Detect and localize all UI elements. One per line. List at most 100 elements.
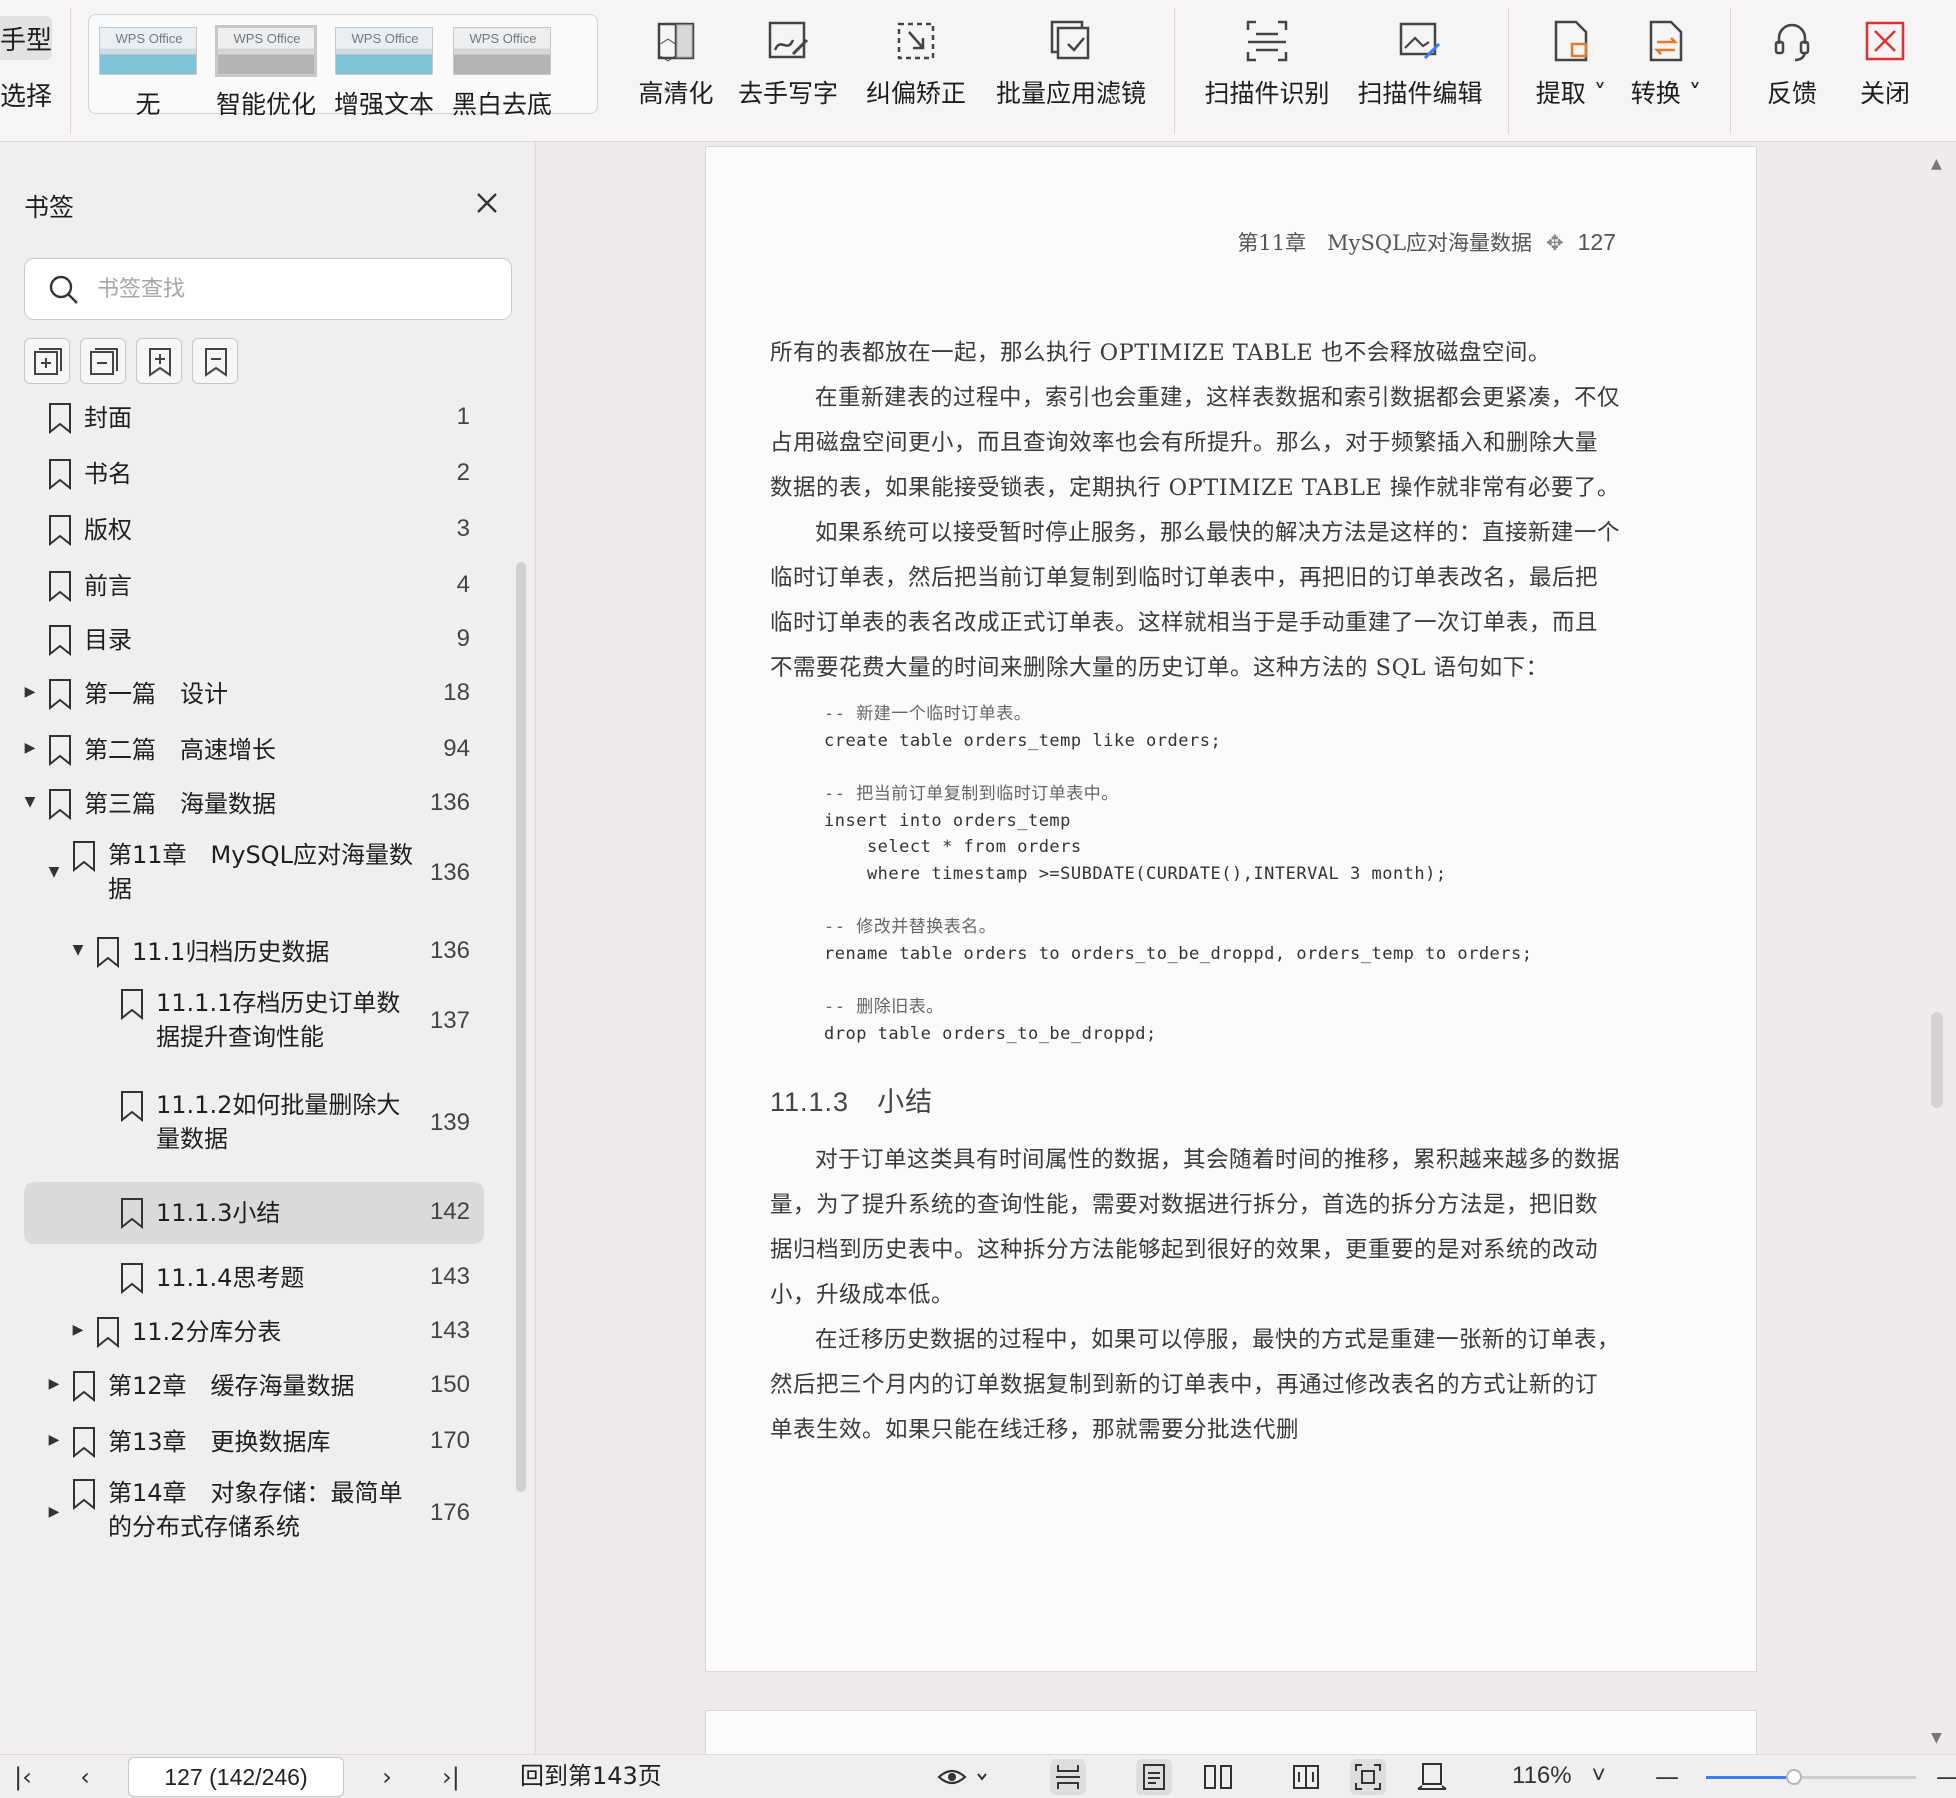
bookmark-item[interactable]: 目录 9 (24, 612, 484, 668)
bookmark-label: 第13章 更换数据库 (108, 1428, 331, 1456)
delete-bookmark-button[interactable] (192, 338, 238, 384)
filter-bw-remove-bg[interactable]: WPS Office 黑白去底 (449, 27, 555, 119)
zoom-slider-handle[interactable] (1786, 1769, 1803, 1785)
collapse-all-button[interactable] (80, 338, 126, 384)
expand-arrow-icon[interactable]: ▶ (46, 1376, 62, 1392)
first-page-icon[interactable]: |‹ (8, 1761, 38, 1793)
scan-edit-icon (1399, 22, 1441, 60)
close-scan-button[interactable]: 关闭 (1846, 14, 1924, 124)
status-bar: |‹ ‹ 127 (142/246) › ›| 回到第143页 116% ˅ —… (0, 1754, 1956, 1798)
goto-page-link[interactable]: 回到第143页 (520, 1759, 662, 1793)
fit-page-icon[interactable] (1350, 1759, 1386, 1795)
search-icon (49, 275, 78, 304)
two-page-icon[interactable] (1200, 1759, 1236, 1795)
scroll-down-icon[interactable]: ▼ (1931, 1730, 1942, 1746)
extract-button[interactable]: 提取 ˅ (1530, 14, 1612, 124)
collapse-arrow-icon[interactable]: ▼ (70, 942, 86, 958)
expand-arrow-icon[interactable]: ▶ (70, 1322, 86, 1338)
scan-edit-button[interactable]: 扫描件编辑 (1352, 14, 1488, 124)
filter-smart-optimize[interactable]: WPS Office 智能优化 (213, 25, 319, 119)
page-number-field[interactable]: 127 (142/246) (128, 1757, 344, 1797)
zoom-slider[interactable] (1706, 1769, 1916, 1785)
collapse-arrow-icon[interactable]: ▼ (22, 794, 38, 810)
bookmark-item[interactable]: 版权 3 (24, 502, 484, 558)
deskew-button[interactable]: 纠偏矫正 (860, 14, 972, 124)
bookmark-item[interactable]: ▶ 第12章 缓存海量数据 150 (24, 1358, 484, 1414)
bookmark-item[interactable]: ▶ 第二篇 高速增长 94 (24, 722, 484, 778)
bookmark-item[interactable]: 书名 2 (24, 446, 484, 502)
section-heading: 11.1.3 小结 (770, 1087, 934, 1117)
bookmark-icon (97, 1317, 119, 1348)
close-label: 关闭 (1859, 79, 1910, 108)
document-scrollbar[interactable] (1931, 1012, 1943, 1108)
filter-enhance-text[interactable]: WPS Office 增强文本 (331, 27, 437, 119)
deskew-label: 纠偏矫正 (865, 79, 966, 108)
feedback-button[interactable]: 反馈 (1752, 14, 1832, 124)
collapse-arrow-icon[interactable]: ▼ (46, 864, 62, 880)
select-tool-label: 选择 (0, 82, 53, 112)
filter-none[interactable]: WPS Office 无 (95, 27, 201, 119)
code-snippet: -- 删除旧表。 drop table orders_to_be_droppd; (824, 994, 1620, 1047)
zoom-level[interactable]: 116% ˅ (1512, 1759, 1606, 1793)
search-input[interactable] (97, 271, 487, 307)
convert-button[interactable]: 转换 ˅ (1624, 14, 1708, 124)
bookmark-label: 11.1.3小结 (156, 1199, 281, 1227)
paragraph: 在重新建表的过程中，索引也会重建，这样表数据和索引数据都会更紧凑，不仅占用磁盘空… (770, 385, 1621, 501)
toolbar-divider (1174, 8, 1175, 134)
bookmark-item[interactable]: ▶ 第14章 对象存储：最简单的分布式存储系统 176 (24, 1468, 484, 1560)
expand-arrow-icon[interactable]: ▶ (46, 1432, 62, 1448)
continuous-page-icon[interactable] (1050, 1759, 1086, 1795)
bookmark-label: 11.1.1存档历史订单数据提升查询性能 (156, 989, 401, 1051)
scan-recognize-button[interactable]: 扫描件识别 (1198, 14, 1336, 124)
hand-select-tool[interactable]: 手型 选择 (0, 0, 62, 142)
feedback-label: 反馈 (1766, 79, 1817, 108)
fit-width-icon[interactable] (1414, 1759, 1450, 1795)
bookmark-search[interactable] (24, 258, 512, 320)
expand-arrow-icon[interactable]: ▶ (46, 1504, 62, 1520)
scroll-up-icon[interactable]: ▲ (1931, 156, 1942, 172)
zoom-in-icon[interactable]: — (1936, 1761, 1956, 1793)
eye-icon[interactable] (936, 1759, 992, 1795)
expand-all-button[interactable] (24, 338, 70, 384)
toolbar-divider (1730, 8, 1731, 134)
bookmark-item[interactable]: 前言 4 (24, 558, 484, 614)
bookmark-item[interactable]: 11.1.3小结 142 (24, 1182, 484, 1244)
batch-filter-button[interactable]: 批量应用滤镜 (988, 14, 1154, 124)
remove-handwriting-button[interactable]: 去手写字 (732, 14, 844, 124)
bookmark-item[interactable]: 11.1.1存档历史订单数据提升查询性能 137 (24, 978, 484, 1066)
bookmark-page-number: 4 (456, 571, 470, 598)
bookmark-item[interactable]: 11.1.2如何批量删除大量数据 139 (24, 1080, 484, 1168)
bookmark-label: 第二篇 高速增长 (84, 736, 276, 764)
code-line: where timestamp >=SUBDATE(CURDATE(),INTE… (824, 863, 1447, 884)
expand-arrow-icon[interactable]: ▶ (22, 684, 38, 700)
hd-button[interactable]: 高清化 (626, 14, 726, 124)
code-line: select * from orders (824, 837, 1082, 857)
chevron-down-icon[interactable]: ˅ (1592, 1762, 1606, 1789)
bookmark-item[interactable]: ▶ 第13章 更换数据库 170 (24, 1414, 484, 1470)
bookmark-label: 11.1.2如何批量删除大量数据 (156, 1091, 401, 1153)
sidebar-scrollbar[interactable] (516, 562, 526, 1492)
bookmark-item[interactable]: ▼ 第11章 MySQL应对海量数据 136 (24, 830, 484, 918)
bookmark-label: 第一篇 设计 (84, 680, 228, 708)
add-bookmark-button[interactable] (136, 338, 182, 384)
single-page-icon[interactable] (1136, 1759, 1172, 1795)
last-page-icon[interactable]: ›| (436, 1761, 466, 1793)
bookmark-item[interactable]: ▼ 第三篇 海量数据 136 (24, 776, 484, 832)
bookmark-item[interactable]: 11.1.4思考题 143 (24, 1250, 484, 1306)
code-line: drop table orders_to_be_droppd; (824, 1023, 1157, 1044)
bookmark-item[interactable]: ▼ 11.1归档历史数据 136 (24, 924, 484, 980)
zoom-out-icon[interactable]: — (1654, 1761, 1680, 1793)
bookmark-item[interactable]: ▶ 第一篇 设计 18 (24, 666, 484, 722)
bookmark-label: 前言 (84, 572, 132, 600)
next-page-icon[interactable]: › (372, 1761, 402, 1793)
scan-recognize-label: 扫描件识别 (1204, 79, 1330, 108)
prev-page-icon[interactable]: ‹ (70, 1761, 100, 1793)
expand-arrow-icon[interactable]: ▶ (22, 740, 38, 756)
bookmark-icon (73, 1371, 95, 1402)
collapse-all-icon (90, 348, 118, 375)
book-view-icon[interactable] (1288, 1759, 1324, 1795)
bookmark-item[interactable]: ▶ 11.2分库分表 143 (24, 1304, 484, 1360)
close-icon[interactable] (470, 186, 504, 220)
bookmark-item[interactable]: 封面 1 (24, 390, 484, 446)
bookmark-panel: 书签 封面 1 书名 2 版权 3 前言 4 目录 9 ▶ 第一篇 设计 18 ▶ 第二篇 高速增长 94 ▼ 第… (0, 142, 536, 1754)
